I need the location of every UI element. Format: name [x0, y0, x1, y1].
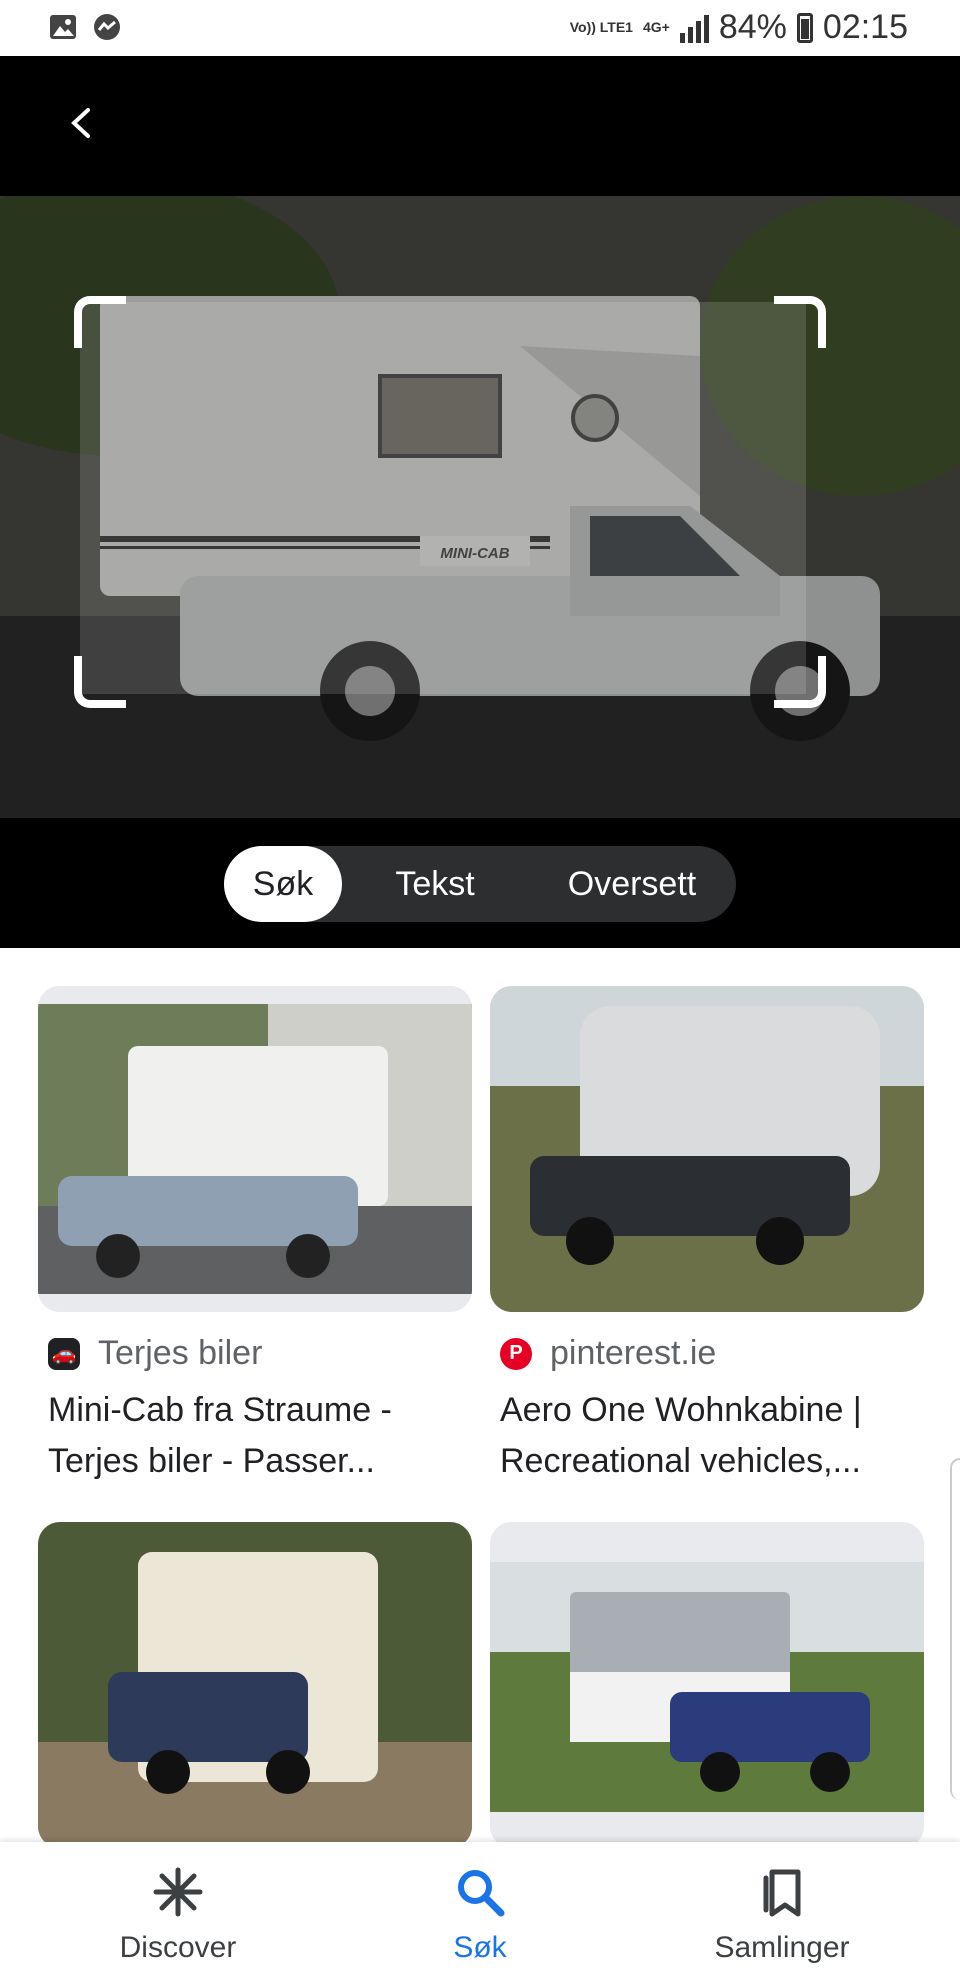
crop-handle-bottom-left[interactable]	[74, 656, 126, 708]
back-button[interactable]	[62, 98, 102, 148]
tab-translate[interactable]: Oversett	[528, 846, 736, 922]
result-image	[38, 1522, 472, 1848]
collections-icon	[763, 1869, 801, 1917]
result-title[interactable]: Mini-Cab fra Straume - Terjes biler - Pa…	[48, 1385, 468, 1487]
crop-handle-bottom-right[interactable]	[774, 656, 826, 708]
source-name: pinterest.ie	[550, 1334, 717, 1372]
result-thumbnail[interactable]	[38, 1522, 472, 1848]
result-card[interactable]	[490, 1522, 924, 1848]
pinterest-icon: P	[500, 1337, 532, 1370]
crop-handle-top-right[interactable]	[774, 296, 826, 348]
result-thumbnail[interactable]	[38, 986, 472, 1312]
nav-collections-label: Samlinger	[714, 1931, 850, 1964]
result-image	[38, 986, 472, 1312]
gallery-icon	[50, 15, 76, 39]
mode-switcher: Søk Tekst Oversett	[224, 846, 736, 922]
chevron-left-icon	[71, 108, 90, 138]
signal-icon	[679, 13, 709, 43]
network-indicator: 4G+	[642, 19, 670, 35]
status-bar: Vo)) LTE1 4G+ 84% 02:15	[0, 0, 960, 56]
result-image	[490, 1522, 924, 1848]
query-photo[interactable]: MINI-CAB	[0, 196, 960, 818]
tab-search[interactable]: Søk	[224, 846, 342, 922]
result-thumbnail[interactable]	[490, 1522, 924, 1848]
crop-handle-top-left[interactable]	[74, 296, 126, 348]
nav-search-label: Søk	[453, 1931, 507, 1964]
source-favicon: 🚗	[48, 1337, 80, 1370]
result-card[interactable]: 🚗 Terjes biler Mini-Cab fra Straume - Te…	[38, 986, 472, 1487]
result-image	[490, 986, 924, 1312]
nav-discover[interactable]: Discover	[68, 1864, 288, 1965]
result-card[interactable]	[38, 1522, 472, 1848]
battery-percent: 84%	[718, 8, 787, 46]
result-thumbnail[interactable]	[490, 986, 924, 1312]
nav-discover-label: Discover	[119, 1931, 237, 1964]
truck-camper-image: MINI-CAB	[0, 196, 960, 818]
search-icon	[458, 1870, 505, 1917]
nav-collections[interactable]: Samlinger	[672, 1864, 892, 1965]
result-title[interactable]: Aero One Wohnkabine | Recreational vehic…	[500, 1385, 920, 1487]
messenger-icon	[94, 14, 120, 40]
asterisk-icon	[153, 1867, 203, 1917]
result-card[interactable]: P pinterest.ie Aero One Wohnkabine | Rec…	[490, 986, 924, 1487]
bottom-navigation: Discover Søk Samlinger	[0, 1842, 960, 1973]
clock: 02:15	[822, 8, 908, 46]
tab-text[interactable]: Tekst	[342, 846, 528, 922]
lens-viewer: MINI-CAB Søk Tekst Oversett	[0, 56, 960, 948]
nav-search[interactable]: Søk	[370, 1864, 590, 1965]
volte-indicator: Vo)) LTE1	[569, 19, 633, 35]
battery-icon	[796, 12, 813, 43]
scroll-indicator[interactable]	[950, 1458, 960, 1800]
source-name: Terjes biler	[98, 1334, 263, 1372]
